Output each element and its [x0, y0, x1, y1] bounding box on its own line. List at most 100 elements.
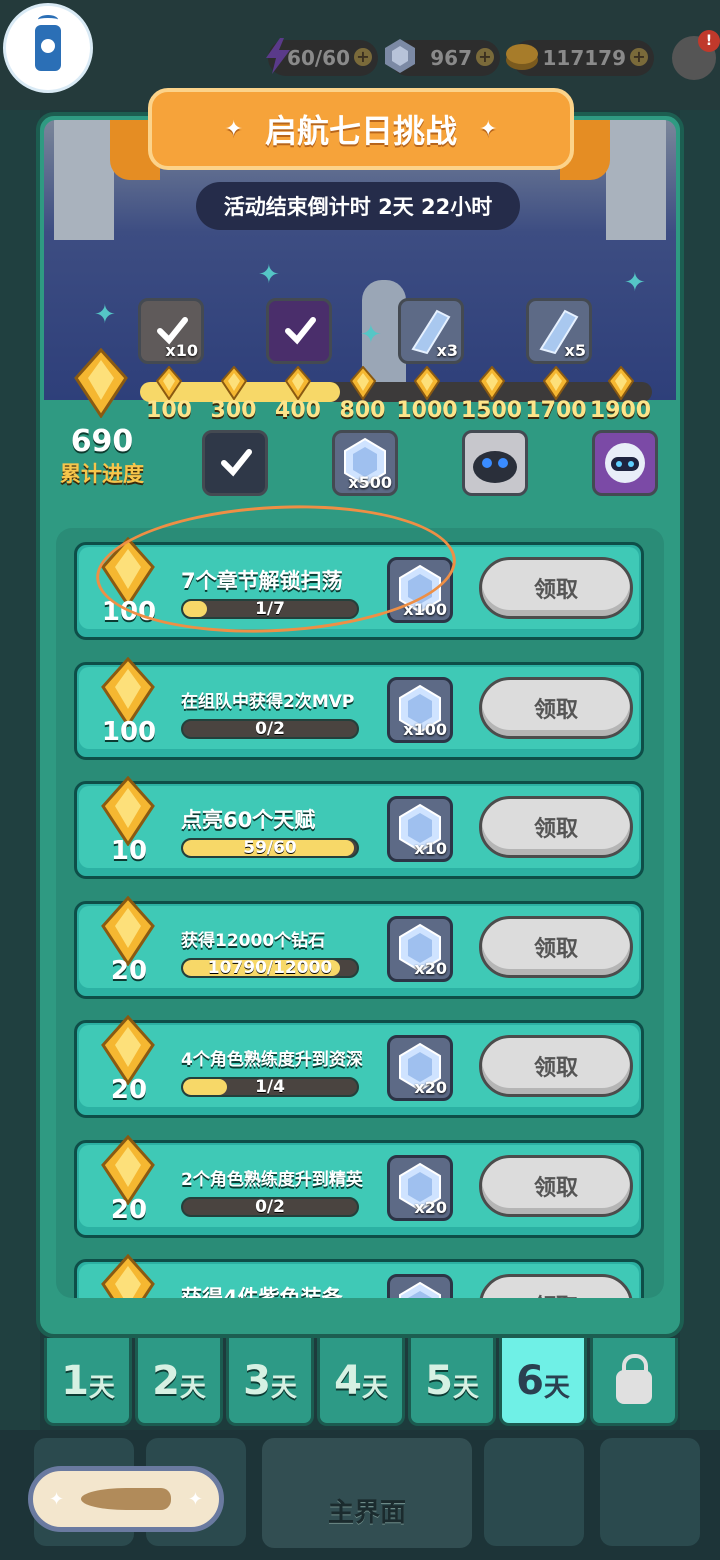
- tab-day-2[interactable]: 2天: [135, 1338, 223, 1426]
- milestone-reward-5[interactable]: x3: [398, 298, 464, 364]
- lightning-icon: [266, 38, 290, 74]
- sparkle-icon: ✦: [49, 1488, 65, 1510]
- task-progress-bar: 1/4: [181, 1077, 359, 1097]
- day-unit: 天: [88, 1373, 115, 1403]
- sparkle-icon: ✦: [624, 268, 646, 298]
- task-points: 100: [101, 716, 157, 747]
- tab-day-locked[interactable]: [590, 1338, 678, 1426]
- milestone-reward-4[interactable]: x500: [332, 430, 398, 496]
- back-button[interactable]: ✦ ✦: [28, 1466, 224, 1532]
- task-row: 10 点亮60个天赋 59/60 x10 领取: [74, 776, 644, 879]
- milestone-reward-8[interactable]: [592, 430, 658, 496]
- day-unit: 天: [543, 1373, 570, 1403]
- task-reward[interactable]: x20: [387, 915, 453, 982]
- task-row: 20 获得12000个钻石 10790/12000 x20 领取: [74, 895, 644, 999]
- claim-button[interactable]: 领取: [479, 557, 633, 619]
- claim-button[interactable]: 领取: [479, 1274, 633, 1298]
- task-progress-text: 0/2: [255, 718, 285, 739]
- task-reward[interactable]: x20: [387, 1154, 453, 1221]
- milestone-points-label: 1900: [589, 398, 652, 423]
- milestone-diamond-icon: [543, 366, 569, 400]
- nav-item-hall[interactable]: [600, 1438, 700, 1546]
- energy-counter[interactable]: 60/60 +: [266, 38, 378, 76]
- claim-button[interactable]: 领取: [479, 796, 633, 858]
- milestone-points-label: 100: [146, 398, 192, 423]
- milestone-points-label: 800: [339, 398, 386, 423]
- reward-quantity: x10: [414, 839, 447, 858]
- gold-counter[interactable]: 117179 +: [506, 40, 654, 76]
- milestone-reward-6[interactable]: [462, 430, 528, 496]
- tab-day-1[interactable]: 1天: [44, 1338, 132, 1426]
- day-tabs: 1天2天3天4天5天6天: [40, 1338, 680, 1430]
- day-number: 5: [425, 1357, 453, 1404]
- day-number: 4: [334, 1357, 362, 1404]
- task-points: 20: [110, 955, 148, 986]
- task-progress-text: 10790/12000: [207, 957, 333, 978]
- day-number: 6: [516, 1357, 544, 1404]
- points-diamond-icon: [101, 1254, 155, 1298]
- checkmark-icon: [221, 449, 252, 477]
- milestone-points-label: 1500: [460, 398, 523, 423]
- day-unit: 天: [361, 1373, 388, 1403]
- reward-quantity: x100: [403, 719, 447, 739]
- robot-pet-icon: [473, 451, 517, 483]
- nav-item-talent[interactable]: [484, 1438, 584, 1546]
- robot-icon: [35, 15, 61, 71]
- right-background: [680, 110, 720, 1450]
- milestone-reward-1[interactable]: x10: [138, 298, 204, 364]
- tab-day-3[interactable]: 3天: [226, 1338, 314, 1426]
- reward-quantity: x20: [414, 1078, 447, 1097]
- task-reward[interactable]: x10: [387, 796, 453, 862]
- tab-day-6[interactable]: 6天: [499, 1338, 587, 1426]
- claim-button[interactable]: 领取: [479, 676, 633, 739]
- alert-badge-icon: !: [698, 30, 720, 52]
- sparkle-icon: ✦: [360, 320, 382, 350]
- task-list[interactable]: 100 7个章节解锁扫荡 1/7 x100 领取 100 在组队中获得2次MVP 0/2 x10…: [56, 528, 664, 1298]
- task-reward[interactable]: [387, 1274, 453, 1298]
- task-progress-bar: 59/60: [181, 838, 359, 858]
- add-energy-icon[interactable]: +: [354, 48, 372, 66]
- claim-button[interactable]: 领取: [479, 915, 633, 978]
- star-icon: ✦: [224, 116, 243, 142]
- add-gems-icon[interactable]: +: [476, 48, 494, 66]
- add-gold-icon[interactable]: +: [630, 48, 648, 66]
- task-progress-text: 59/60: [243, 838, 297, 858]
- reward-quantity: x20: [414, 1197, 447, 1217]
- task-progress-bar: 0/2: [181, 1196, 359, 1217]
- tab-day-5[interactable]: 5天: [408, 1338, 496, 1426]
- player-avatar[interactable]: [3, 3, 93, 93]
- task-points: 10: [110, 836, 148, 866]
- milestone-reward-3[interactable]: [266, 298, 332, 364]
- gem-icon: [399, 1281, 441, 1298]
- gold-value: 117179: [542, 46, 627, 70]
- task-row: 20 4个角色熟练度升到资深 1/4 x20 领取: [74, 1015, 644, 1118]
- milestone-reward-2[interactable]: [202, 430, 268, 496]
- sparkle-icon: ✦: [258, 260, 280, 290]
- claim-button[interactable]: 领取: [479, 1154, 633, 1217]
- day-number: 3: [243, 1357, 271, 1404]
- event-countdown: 活动结束倒计时 2天 22小时: [196, 182, 520, 230]
- sparkle-icon: ✦: [187, 1488, 203, 1510]
- task-row: 20 2个角色熟练度升到精英 0/2 x20 领取: [74, 1134, 644, 1238]
- claim-button[interactable]: 领取: [479, 1035, 633, 1097]
- gem-value: 967: [430, 46, 472, 70]
- task-title: 4个角色熟练度升到资深: [181, 1050, 363, 1070]
- task-progress-text: 0/2: [255, 1196, 285, 1217]
- milestone-diamond-icon: [285, 366, 311, 400]
- top-bar: 60/60 + 967 + 117179 + !: [0, 28, 720, 88]
- day-unit: 天: [452, 1373, 479, 1403]
- milestone-points-label: 1000: [396, 398, 458, 423]
- pillar-left: [54, 120, 114, 240]
- task-row: 获得4件紫色装备 领取: [74, 1254, 644, 1298]
- task-reward[interactable]: x20: [387, 1035, 453, 1101]
- settings-gear-icon[interactable]: !: [672, 30, 720, 80]
- sparkle-icon: ✦: [94, 300, 116, 330]
- tab-day-4[interactable]: 4天: [317, 1338, 405, 1426]
- milestone-diamond-icon: [478, 366, 505, 400]
- gem-counter[interactable]: 967 +: [385, 39, 500, 76]
- task-reward[interactable]: x100: [387, 676, 453, 743]
- nav-main-label: 主界面: [327, 1498, 406, 1528]
- milestone-reward-7[interactable]: x5: [526, 298, 592, 364]
- task-title: 2个角色熟练度升到精英: [181, 1169, 363, 1190]
- event-title-ribbon: ✦ 启航七日挑战 ✦: [148, 88, 574, 170]
